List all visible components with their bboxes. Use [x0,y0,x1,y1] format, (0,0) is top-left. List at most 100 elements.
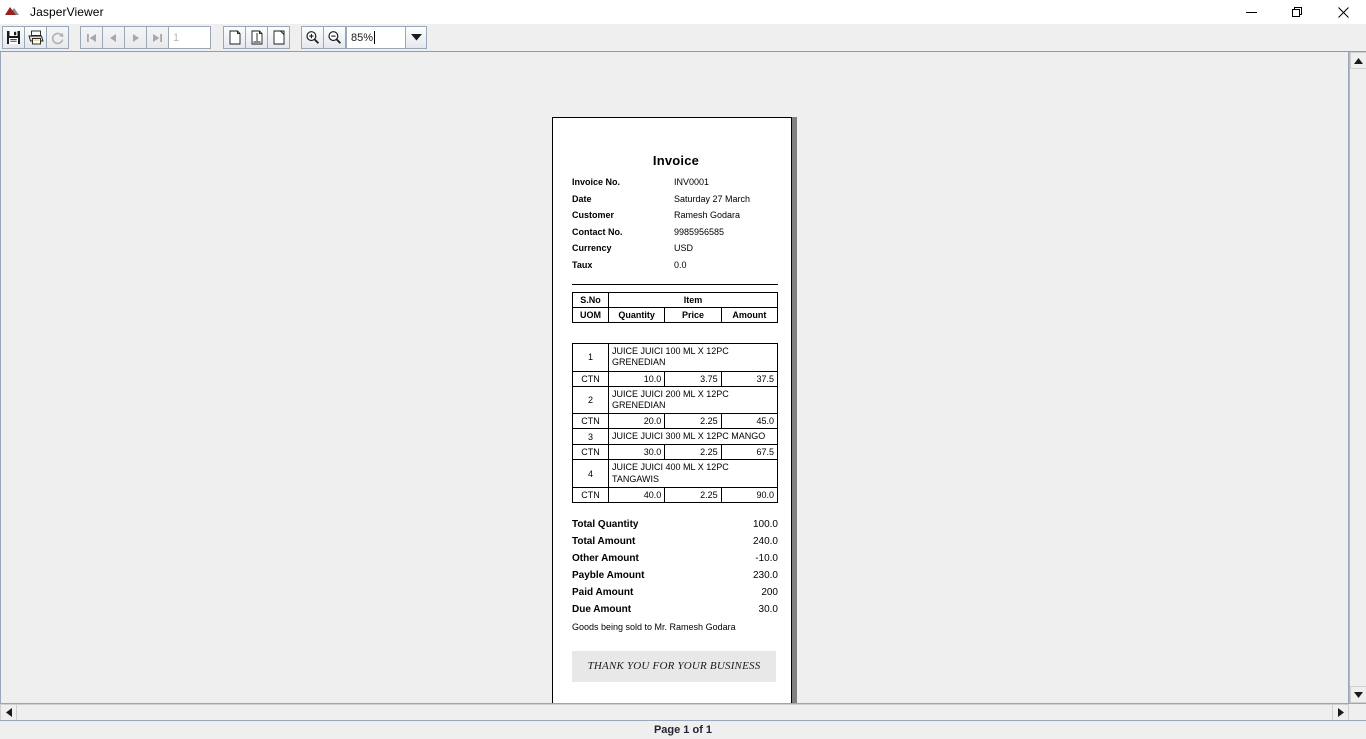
toolbar: 1 85% [0,24,1366,52]
save-button[interactable] [2,26,25,49]
cell-quantity: 20.0 [607,413,666,429]
scroll-up-button[interactable] [1350,52,1366,69]
table-header-row: S.No Item [572,292,778,308]
cell-uom: CTN [572,486,609,503]
horizontal-scroll-track[interactable] [17,704,1332,720]
previous-page-button[interactable] [102,26,125,49]
vertical-scrollbar[interactable] [1349,52,1366,703]
total-row: Other Amount -10.0 [572,553,778,570]
cell-amount: 90.0 [720,486,779,503]
total-label: Total Quantity [572,518,639,530]
field-value: Saturday 27 March [674,193,751,204]
vertical-scroll-track[interactable] [1350,69,1366,686]
cell-description: JUICE JUICI 400 ML X 12PC TANGAWIS [608,459,778,488]
invoice-content: Invoice Invoice No. INV0001 Date Saturda… [572,118,780,682]
table-row: 3 JUICE JUICI 300 ML X 12PC MANGO [572,427,778,446]
header-price: Price [664,307,722,323]
table-row: 1 JUICE JUICI 100 ML X 12PC GRENEDIAN [572,343,778,372]
page-number-input[interactable]: 1 [167,26,211,49]
print-button[interactable] [24,26,47,49]
total-value: 240.0 [752,535,778,547]
maximize-button[interactable] [1274,0,1320,24]
invoice-title: Invoice [652,153,700,168]
cell-price: 2.25 [664,413,722,429]
total-value: -10.0 [755,552,778,564]
total-value: 200 [761,586,778,598]
cell-uom: CTN [572,413,609,429]
zoom-value: 85% [351,31,374,44]
field-value: USD [674,243,694,253]
field-value: INV0001 [674,177,710,187]
fit-page-button[interactable] [245,26,268,49]
toolbar-group-fit [223,26,290,50]
table-row: 4 JUICE JUICI 400 ML X 12PC TANGAWIS [572,459,778,488]
table-row: CTN 10.0 3.75 37.5 [572,370,779,387]
field-value: 0.0 [674,259,687,270]
zoom-dropdown-button[interactable] [405,26,427,49]
header-uom: UOM [572,307,609,323]
cell-amount: 67.5 [720,444,779,461]
field-row: Invoice No. INV0001 [572,177,780,194]
first-page-button[interactable] [80,26,103,49]
table-header-row: UOM Quantity Price Amount [572,307,779,323]
cell-description: JUICE JUICI 300 ML X 12PC MANGO [608,427,778,446]
table-row: CTN 40.0 2.25 90.0 [572,486,779,503]
header-divider [572,284,778,285]
next-page-button[interactable] [124,26,147,49]
close-button[interactable] [1320,0,1366,24]
total-row: Total Amount 240.0 [572,536,778,553]
table-row: 2 JUICE JUICI 200 ML X 12PC GRENEDIAN [572,385,778,414]
field-value: Ramesh Godara [674,210,741,220]
total-row: Total Quantity 100.0 [572,519,778,536]
table-row: CTN 20.0 2.25 45.0 [572,413,779,429]
footer-message: THANK YOU FOR YOUR BUSINESS [572,650,776,682]
header-sno: S.No [572,292,609,308]
cell-uom: CTN [572,444,609,461]
cell-quantity: 10.0 [607,370,666,387]
cell-quantity: 30.0 [607,444,666,461]
invoice-note: Goods being sold to Mr. Ramesh Godara [572,621,736,632]
field-row: Taux 0.0 [572,260,780,277]
field-row: Currency USD [572,243,780,260]
actual-size-button[interactable] [223,26,246,49]
items-table-header: S.No Item UOM Quantity Price Amount [572,292,779,323]
cell-sno: 2 [572,385,609,414]
title-bar: JasperViewer [0,0,1366,24]
scrollbar-corner [1349,704,1366,720]
scroll-left-button[interactable] [0,704,17,721]
total-value: 230.0 [752,569,778,581]
horizontal-scrollbar[interactable] [0,703,1366,721]
report-page: Invoice Invoice No. INV0001 Date Saturda… [552,117,792,703]
minimize-button[interactable] [1228,0,1274,24]
field-label: Currency [572,243,612,253]
viewer-area: Invoice Invoice No. INV0001 Date Saturda… [0,52,1366,703]
cell-price: 3.75 [664,370,722,387]
total-value: 100.0 [752,518,778,530]
text-caret [374,31,376,44]
cell-price: 2.25 [664,444,722,461]
cell-uom: CTN [572,370,609,387]
last-page-button[interactable] [146,26,169,49]
field-label: Customer [572,210,615,220]
field-row: Date Saturday 27 March [572,194,780,211]
scroll-right-button[interactable] [1332,704,1349,721]
zoom-input[interactable]: 85% [346,26,406,49]
toolbar-group-file [2,26,69,50]
zoom-in-button[interactable] [301,26,324,49]
reload-button[interactable] [46,26,69,49]
window-title: JasperViewer [30,5,104,19]
zoom-out-button[interactable] [323,26,346,49]
chevron-down-icon [410,34,422,41]
total-label: Total Amount [572,535,636,547]
totals-section: Total Quantity 100.0 Total Amount 240.0 … [572,519,778,632]
cell-sno: 4 [572,459,609,488]
total-label: Paid Amount [572,586,634,598]
fit-width-button[interactable] [267,26,290,49]
field-label: Contact No. [572,226,623,237]
total-label: Due Amount [572,603,632,615]
cell-amount: 37.5 [720,370,779,387]
table-row: CTN 30.0 2.25 67.5 [572,444,779,461]
scroll-down-button[interactable] [1350,686,1366,703]
field-row: Contact No. 9985956585 [572,227,780,244]
header-amount: Amount [720,307,779,323]
